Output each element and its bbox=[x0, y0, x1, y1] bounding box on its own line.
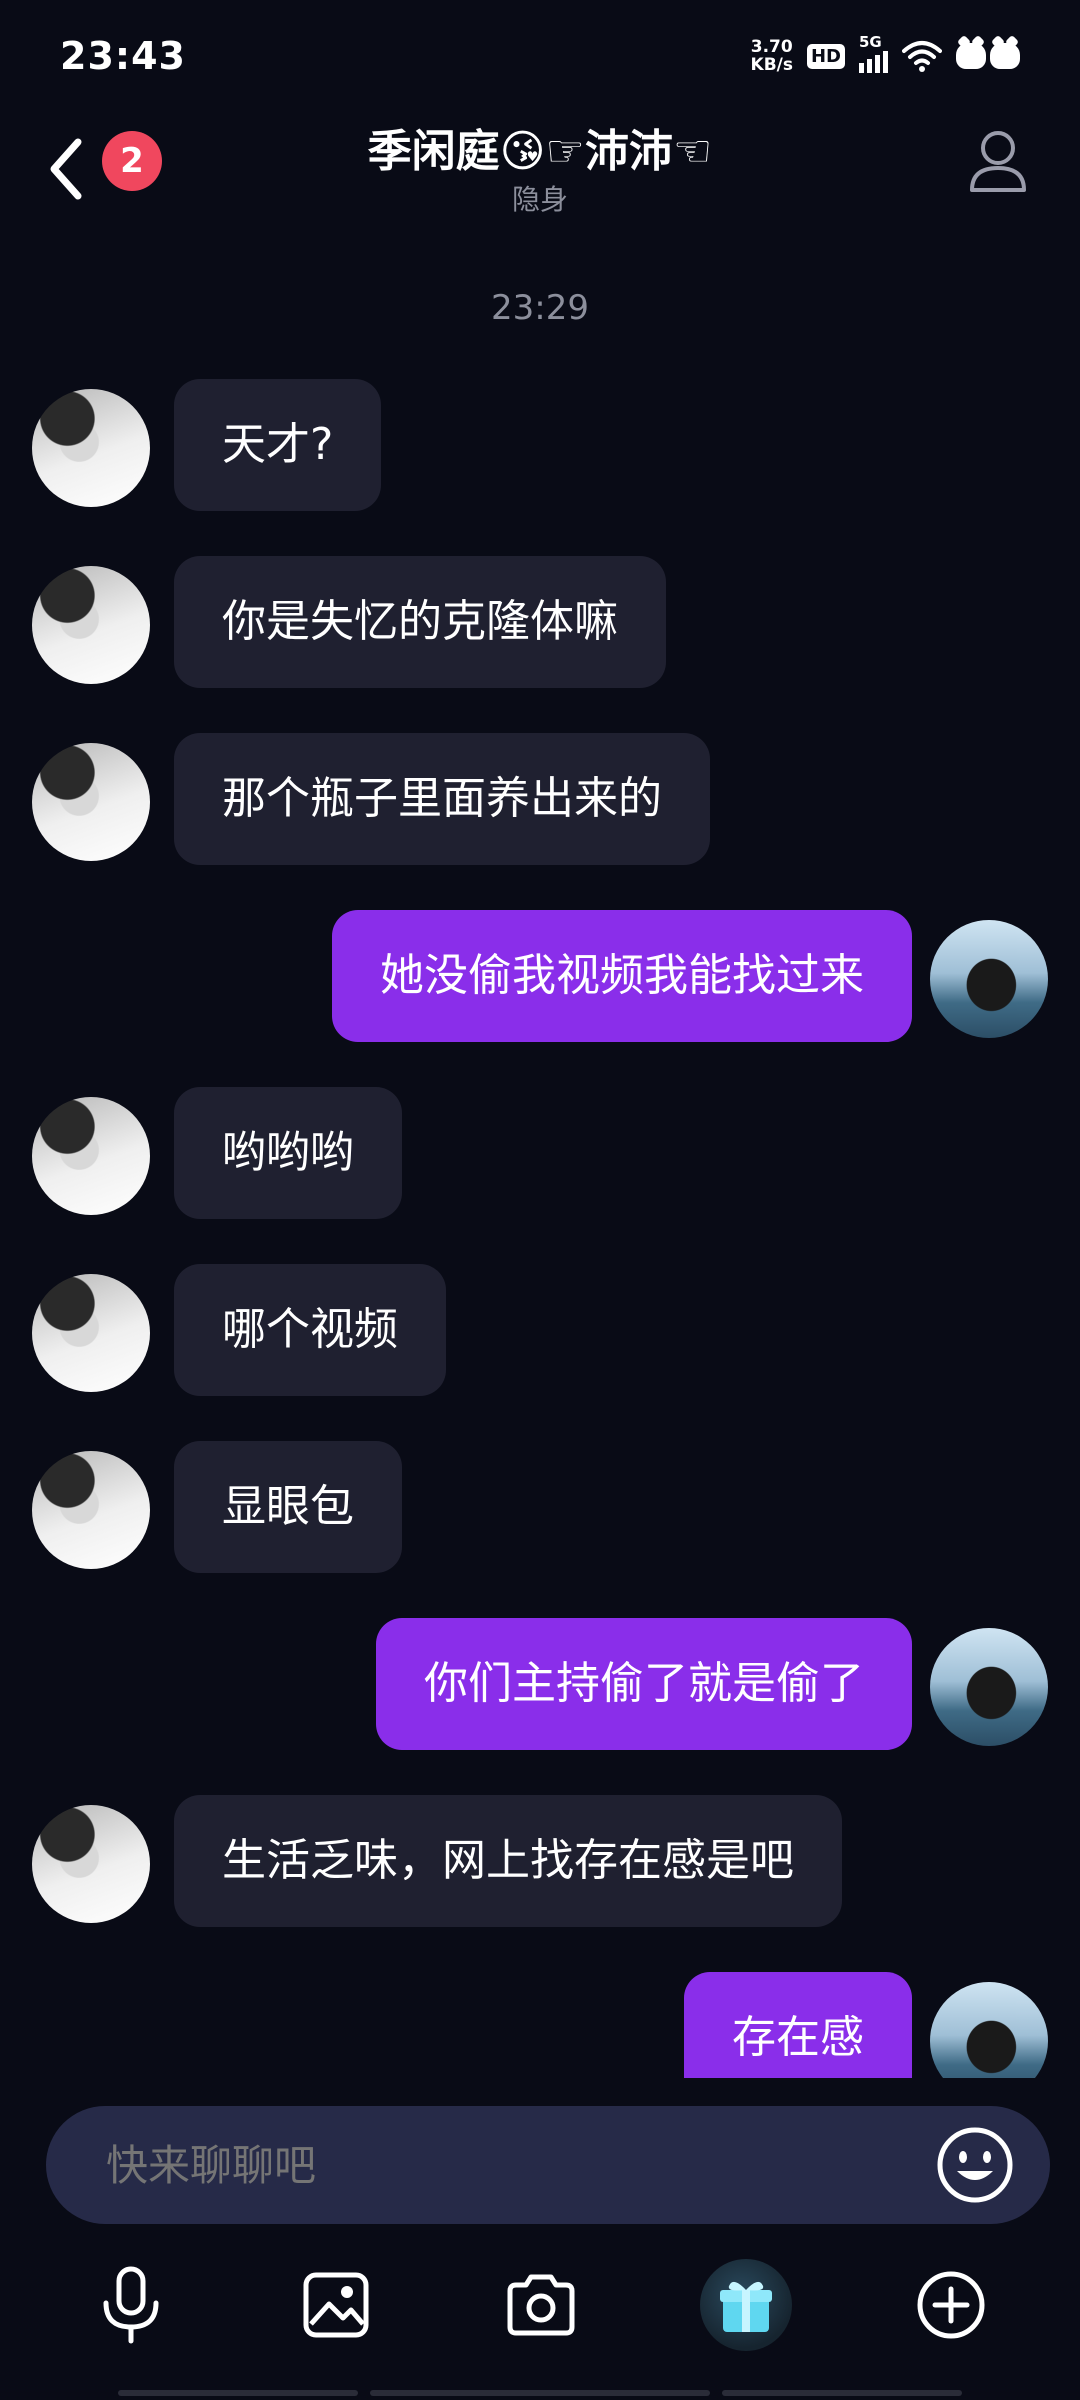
my-avatar[interactable] bbox=[930, 1628, 1048, 1746]
message-bubble[interactable]: 她没偷我视频我能找过来 bbox=[332, 910, 912, 1042]
message-row: 生活乏味，网上找存在感是吧 bbox=[0, 1795, 1080, 1929]
message-bubble[interactable]: 存在感 bbox=[684, 1972, 912, 2078]
status-icons: 3.70 KB/s HD 5G bbox=[751, 33, 1020, 74]
message-input-bar bbox=[46, 2106, 1050, 2226]
emoji-icon[interactable] bbox=[935, 2125, 1015, 2205]
status-bar: 23:43 3.70 KB/s HD 5G bbox=[0, 0, 1080, 110]
chat-screen: 23:43 3.70 KB/s HD 5G 2 季闲庭� bbox=[0, 0, 1080, 2400]
message-row: 她没偷我视频我能找过来 bbox=[0, 910, 1080, 1044]
gift-icon bbox=[700, 2259, 792, 2351]
peer-avatar[interactable] bbox=[32, 1097, 150, 1215]
message-bubble[interactable]: 显眼包 bbox=[174, 1441, 402, 1573]
peer-avatar[interactable] bbox=[32, 1805, 150, 1923]
network-speed-value: 3.70 bbox=[750, 37, 793, 57]
network-speed: 3.70 KB/s bbox=[751, 38, 793, 74]
bottom-toolbar bbox=[0, 2250, 1080, 2370]
profile-button[interactable] bbox=[968, 128, 1028, 194]
message-row: 你们主持偷了就是偷了 bbox=[0, 1618, 1080, 1752]
plus-icon bbox=[917, 2271, 985, 2339]
status-time: 23:43 bbox=[60, 34, 186, 78]
signal-icon: 5G bbox=[859, 33, 888, 73]
cat-sticker-icon bbox=[956, 43, 1020, 69]
my-avatar[interactable] bbox=[930, 920, 1048, 1038]
message-row: 哪个视频 bbox=[0, 1264, 1080, 1398]
contact-name: 季闲庭😘☞沛沛☜ bbox=[367, 126, 713, 177]
network-type-label: 5G bbox=[859, 33, 882, 51]
home-indicator bbox=[118, 2390, 962, 2396]
peer-avatar[interactable] bbox=[32, 389, 150, 507]
camera-button[interactable] bbox=[486, 2250, 596, 2360]
contact-status: 隐身 bbox=[511, 183, 568, 216]
my-avatar[interactable] bbox=[930, 1982, 1048, 2078]
message-row: 显眼包 bbox=[0, 1441, 1080, 1575]
voice-button[interactable] bbox=[76, 2250, 186, 2360]
message-bubble[interactable]: 生活乏味，网上找存在感是吧 bbox=[174, 1795, 842, 1927]
message-bubble[interactable]: 天才? bbox=[174, 379, 382, 511]
hd-icon: HD bbox=[806, 43, 845, 69]
message-bubble[interactable]: 哪个视频 bbox=[174, 1264, 446, 1396]
peer-avatar[interactable] bbox=[32, 1451, 150, 1569]
camera-icon bbox=[507, 2274, 575, 2336]
message-list[interactable]: 23:29 天才? 你是失忆的克隆体嘛 那个瓶子里面养出来的 她没偷我视频我能找… bbox=[0, 240, 1080, 2078]
peer-avatar[interactable] bbox=[32, 743, 150, 861]
microphone-icon bbox=[103, 2266, 159, 2344]
network-speed-unit: KB/s bbox=[750, 55, 793, 75]
message-row: 天才? bbox=[0, 379, 1080, 513]
peer-avatar[interactable] bbox=[32, 566, 150, 684]
message-row: 哟哟哟 bbox=[0, 1087, 1080, 1221]
message-row: 那个瓶子里面养出来的 bbox=[0, 733, 1080, 867]
message-input[interactable] bbox=[104, 2106, 928, 2226]
message-bubble[interactable]: 哟哟哟 bbox=[174, 1087, 402, 1219]
wifi-icon bbox=[902, 41, 942, 72]
more-button[interactable] bbox=[896, 2250, 1006, 2360]
gift-button[interactable] bbox=[691, 2250, 801, 2360]
message-bubble[interactable]: 你们主持偷了就是偷了 bbox=[376, 1618, 912, 1750]
message-bubble[interactable]: 你是失忆的克隆体嘛 bbox=[174, 556, 666, 688]
message-timestamp: 23:29 bbox=[491, 288, 589, 328]
album-button[interactable] bbox=[281, 2250, 391, 2360]
message-row: 存在感 bbox=[0, 1972, 1080, 2078]
peer-avatar[interactable] bbox=[32, 1274, 150, 1392]
image-icon bbox=[303, 2272, 369, 2338]
message-bubble[interactable]: 那个瓶子里面养出来的 bbox=[174, 733, 710, 865]
message-row: 你是失忆的克隆体嘛 bbox=[0, 556, 1080, 690]
